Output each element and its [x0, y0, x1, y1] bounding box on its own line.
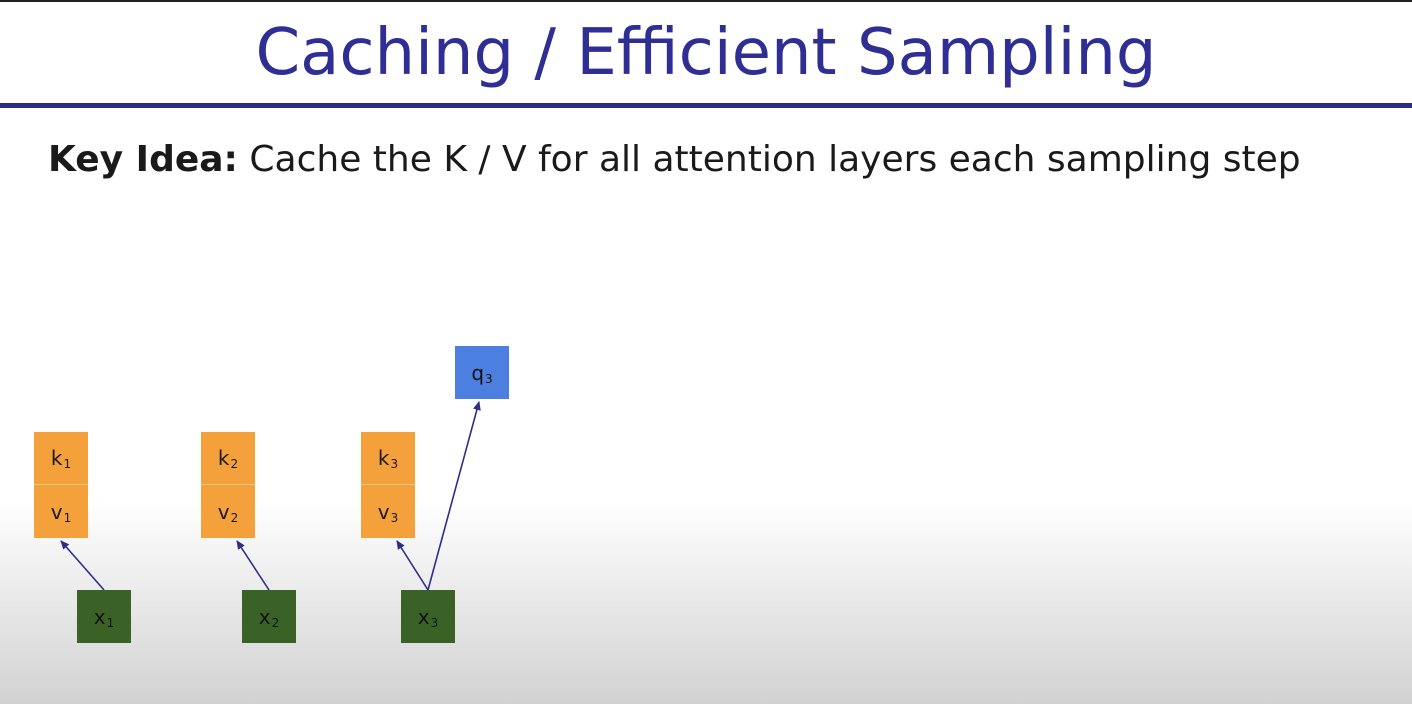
key-node-1-index: 1	[63, 457, 72, 471]
input-node-1: x1	[77, 590, 131, 643]
value-node-1-index: 1	[63, 510, 72, 525]
value-node-3: v3	[361, 485, 415, 538]
arrow-x2-to-v2	[236, 540, 270, 591]
input-node-1-index: 1	[106, 615, 115, 630]
input-node-3-index: 3	[430, 615, 439, 630]
value-node-1: v1	[34, 485, 88, 538]
value-node-3-index: 3	[390, 510, 399, 525]
input-node-3: x3	[401, 590, 455, 643]
slide-title: Caching / Efficient Sampling	[255, 16, 1157, 90]
input-node-1-symbol: x	[93, 604, 106, 629]
value-node-1-symbol: v	[50, 499, 63, 524]
key-node-1-symbol: k	[50, 446, 63, 470]
input-node-2-index: 2	[271, 615, 280, 630]
arrow-x3-to-v3	[396, 540, 429, 591]
input-node-3-symbol: x	[417, 604, 430, 629]
query-node-3-symbol: q	[471, 360, 485, 385]
query-node-3: q3	[455, 346, 509, 399]
key-node-3-index: 3	[390, 457, 399, 471]
arrow-x3-to-q3	[427, 401, 481, 591]
value-node-2-symbol: v	[217, 499, 230, 524]
top-border	[0, 0, 1412, 2]
key-node-2-index: 2	[230, 457, 239, 471]
value-node-2-index: 2	[230, 510, 239, 525]
key-node-2-symbol: k	[217, 446, 230, 470]
value-node-3-symbol: v	[377, 499, 390, 524]
key-node-2: k2	[201, 432, 255, 485]
key-node-1: k1	[34, 432, 88, 485]
key-idea-label: Key Idea:	[48, 139, 238, 180]
input-node-2-symbol: x	[258, 604, 271, 629]
key-idea-line: Key Idea: Cache the K / V for all attent…	[48, 136, 1301, 184]
arrow-x1-to-v1	[60, 540, 105, 591]
key-node-3-symbol: k	[377, 446, 390, 470]
value-node-2: v2	[201, 485, 255, 538]
title-underline	[0, 103, 1412, 108]
key-idea-text: Cache the K / V for all attention layers…	[237, 139, 1301, 180]
key-node-3: k3	[361, 432, 415, 485]
input-node-2: x2	[242, 590, 296, 643]
query-node-3-index: 3	[485, 371, 493, 386]
